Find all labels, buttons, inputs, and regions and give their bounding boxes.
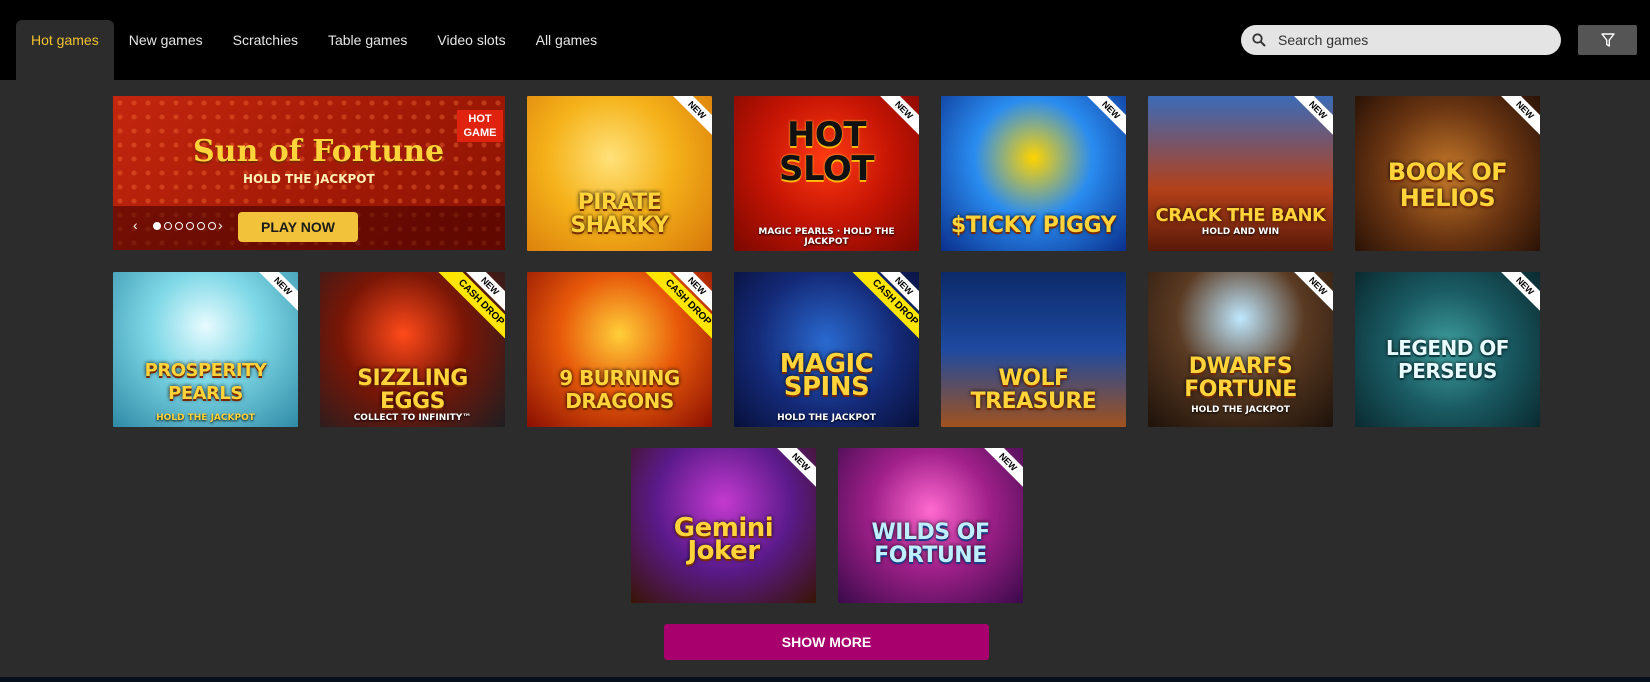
game-title: WILDS OF FORTUNE — [871, 520, 990, 568]
game-title: CRACK THE BANK — [1155, 205, 1327, 226]
game-title: LEGEND OF PERSEUS — [1386, 336, 1509, 383]
play-now-button[interactable]: PLAY NOW — [238, 212, 358, 242]
game-tile-magic-spins[interactable]: MAGIC SPINS HOLD THE JACKPOT CASH DROP N… — [734, 272, 919, 427]
game-subtitle: HOLD AND WIN — [1201, 227, 1280, 237]
game-title: PIRATE SHARKY — [570, 190, 669, 238]
game-title: Gemini Joker — [673, 513, 774, 566]
game-title: DWARFS FORTUNE — [1184, 354, 1297, 402]
game-tile-sizzling-eggs[interactable]: SIZZLING EGGS COLLECT TO INFINITY™ CASH … — [320, 272, 505, 427]
banner-prev-arrow[interactable]: ‹ — [133, 217, 138, 233]
game-tile-9-burning-dragons[interactable]: 9 BURNING DRAGONS CASH DROP NEW — [527, 272, 712, 427]
game-title: $TICKY PIGGY — [950, 213, 1117, 238]
game-title: SIZZLING EGGS — [357, 366, 468, 414]
game-title: 9 BURNING DRAGONS — [559, 366, 680, 413]
carousel-dot[interactable] — [208, 222, 216, 230]
game-tile-crack-the-bank[interactable]: CRACK THE BANK HOLD AND WIN NEW — [1148, 96, 1333, 251]
game-title: WOLF TREASURE — [970, 366, 1097, 414]
tab-video-slots[interactable]: Video slots — [422, 20, 520, 80]
game-subtitle: COLLECT TO INFINITY™ — [353, 413, 472, 423]
game-tile-book-of-helios[interactable]: BOOK OF HELIOS NEW — [1355, 96, 1540, 251]
game-subtitle: MAGIC PEARLS · HOLD THE JACKPOT — [758, 227, 895, 247]
game-title: HOT SLOT — [778, 115, 875, 189]
game-tile-sticky-piggy[interactable]: $TICKY PIGGY NEW — [941, 96, 1126, 251]
top-bar: Hot games New games Scratchies Table gam… — [0, 0, 1650, 80]
tab-table-games[interactable]: Table games — [313, 20, 422, 80]
game-subtitle: HOLD THE JACKPOT — [156, 413, 255, 423]
tab-hot-games[interactable]: Hot games — [16, 20, 114, 80]
banner-next-arrow[interactable]: › — [218, 217, 223, 233]
filter-button[interactable] — [1578, 25, 1637, 55]
tab-new-games[interactable]: New games — [114, 20, 218, 80]
carousel-dots — [153, 222, 216, 230]
game-tile-pirate-sharky[interactable]: PIRATE SHARKY NEW — [527, 96, 712, 251]
game-tile-dwarfs-fortune[interactable]: DWARFS FORTUNE HOLD THE JACKPOT NEW — [1148, 272, 1333, 427]
game-tile-hot-slot[interactable]: HOT SLOT MAGIC PEARLS · HOLD THE JACKPOT… — [734, 96, 919, 251]
search-input[interactable] — [1278, 32, 1538, 48]
game-title: MAGIC SPINS — [779, 349, 874, 402]
carousel-dot[interactable] — [153, 222, 161, 230]
filter-icon — [1600, 33, 1615, 47]
carousel-dot[interactable] — [175, 222, 183, 230]
carousel-dot[interactable] — [186, 222, 194, 230]
carousel-dot[interactable] — [164, 222, 172, 230]
banner-subtitle: HOLD THE JACKPOT — [243, 172, 375, 186]
banner-title: Sun of Fortune — [193, 134, 445, 169]
search-icon — [1252, 33, 1266, 47]
game-tile-prosperity-pearls[interactable]: PROSPERITY PEARLS HOLD THE JACKPOT NEW — [113, 272, 298, 427]
game-title: PROSPERITY PEARLS — [144, 360, 267, 404]
show-more-button[interactable]: SHOW MORE — [664, 624, 989, 660]
game-tile-legend-of-perseus[interactable]: LEGEND OF PERSEUS NEW — [1355, 272, 1540, 427]
game-tile-gemini-joker[interactable]: Gemini Joker NEW — [631, 448, 816, 603]
carousel-dot[interactable] — [197, 222, 205, 230]
search-box[interactable] — [1241, 25, 1561, 55]
game-tile-wolf-treasure[interactable]: WOLF TREASURE — [941, 272, 1126, 427]
game-subtitle: HOLD THE JACKPOT — [777, 413, 876, 423]
tab-scratchies[interactable]: Scratchies — [218, 20, 313, 80]
hot-game-badge: HOT GAME — [457, 110, 503, 142]
game-title: BOOK OF HELIOS — [1387, 158, 1508, 212]
game-tile-wilds-of-fortune[interactable]: WILDS OF FORTUNE NEW — [838, 448, 1023, 603]
game-subtitle: HOLD THE JACKPOT — [1191, 405, 1290, 415]
tab-all-games[interactable]: All games — [521, 20, 612, 80]
footer-edge — [0, 677, 1650, 682]
category-tabs: Hot games New games Scratchies Table gam… — [16, 20, 612, 80]
